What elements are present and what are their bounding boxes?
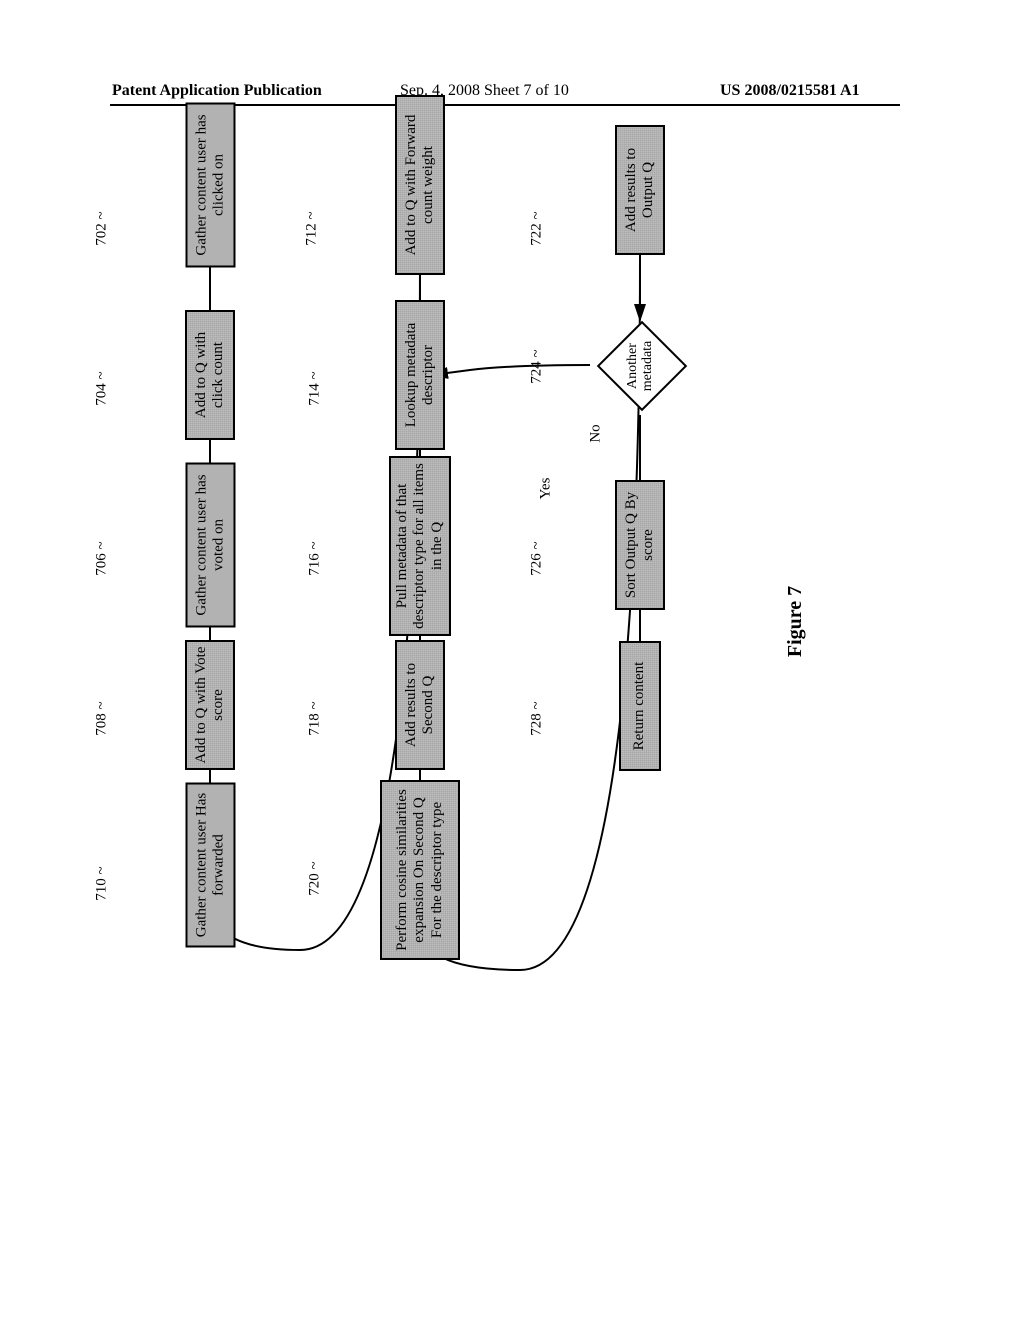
figure-canvas: Gather content user has clicked on 702 ~… [120,190,890,1070]
decision-724: Another metadata [594,320,686,412]
ref-726: 726 ~ [529,541,546,575]
box-704: Add to Q with click count [185,310,235,440]
label-no: No [588,424,605,442]
flowchart-arrows [120,190,890,1070]
box-720: Perform cosine similarities expansion On… [380,780,460,960]
box-714: Lookup metadata descriptor [395,300,445,450]
ref-708: 708 ~ [94,701,111,735]
box-722: Add results to Output Q [615,125,665,255]
box-718: Add results to Second Q [395,640,445,770]
box-728: Return content [619,641,661,771]
ref-718: 718 ~ [307,701,324,735]
ref-724: 724 ~ [529,349,546,383]
box-702: Gather content user has clicked on [186,103,236,268]
ref-704: 704 ~ [94,371,111,405]
header-publication-number: US 2008/0215581 A1 [720,82,860,100]
ref-720: 720 ~ [307,861,324,895]
ref-728: 728 ~ [529,701,546,735]
header-publication: Patent Application Publication [112,82,322,100]
ref-714: 714 ~ [307,371,324,405]
ref-716: 716 ~ [307,541,324,575]
figure-caption: Figure 7 [784,586,807,657]
label-yes: Yes [537,478,554,500]
box-706: Gather content user has voted on [186,463,236,628]
box-712: Add to Q with Forward count weight [395,95,445,275]
box-708: Add to Q with Vote score [185,640,235,770]
ref-712: 712 ~ [304,211,321,245]
ref-710: 710 ~ [94,866,111,900]
ref-722: 722 ~ [529,211,546,245]
decision-724-text: Another metadata [594,320,686,412]
ref-706: 706 ~ [94,541,111,575]
ref-702: 702 ~ [94,211,111,245]
box-716: Pull metadata of that descriptor type fo… [389,456,451,636]
box-726: Sort Output Q By score [615,480,665,610]
box-710: Gather content user Has forwarded [186,783,236,948]
